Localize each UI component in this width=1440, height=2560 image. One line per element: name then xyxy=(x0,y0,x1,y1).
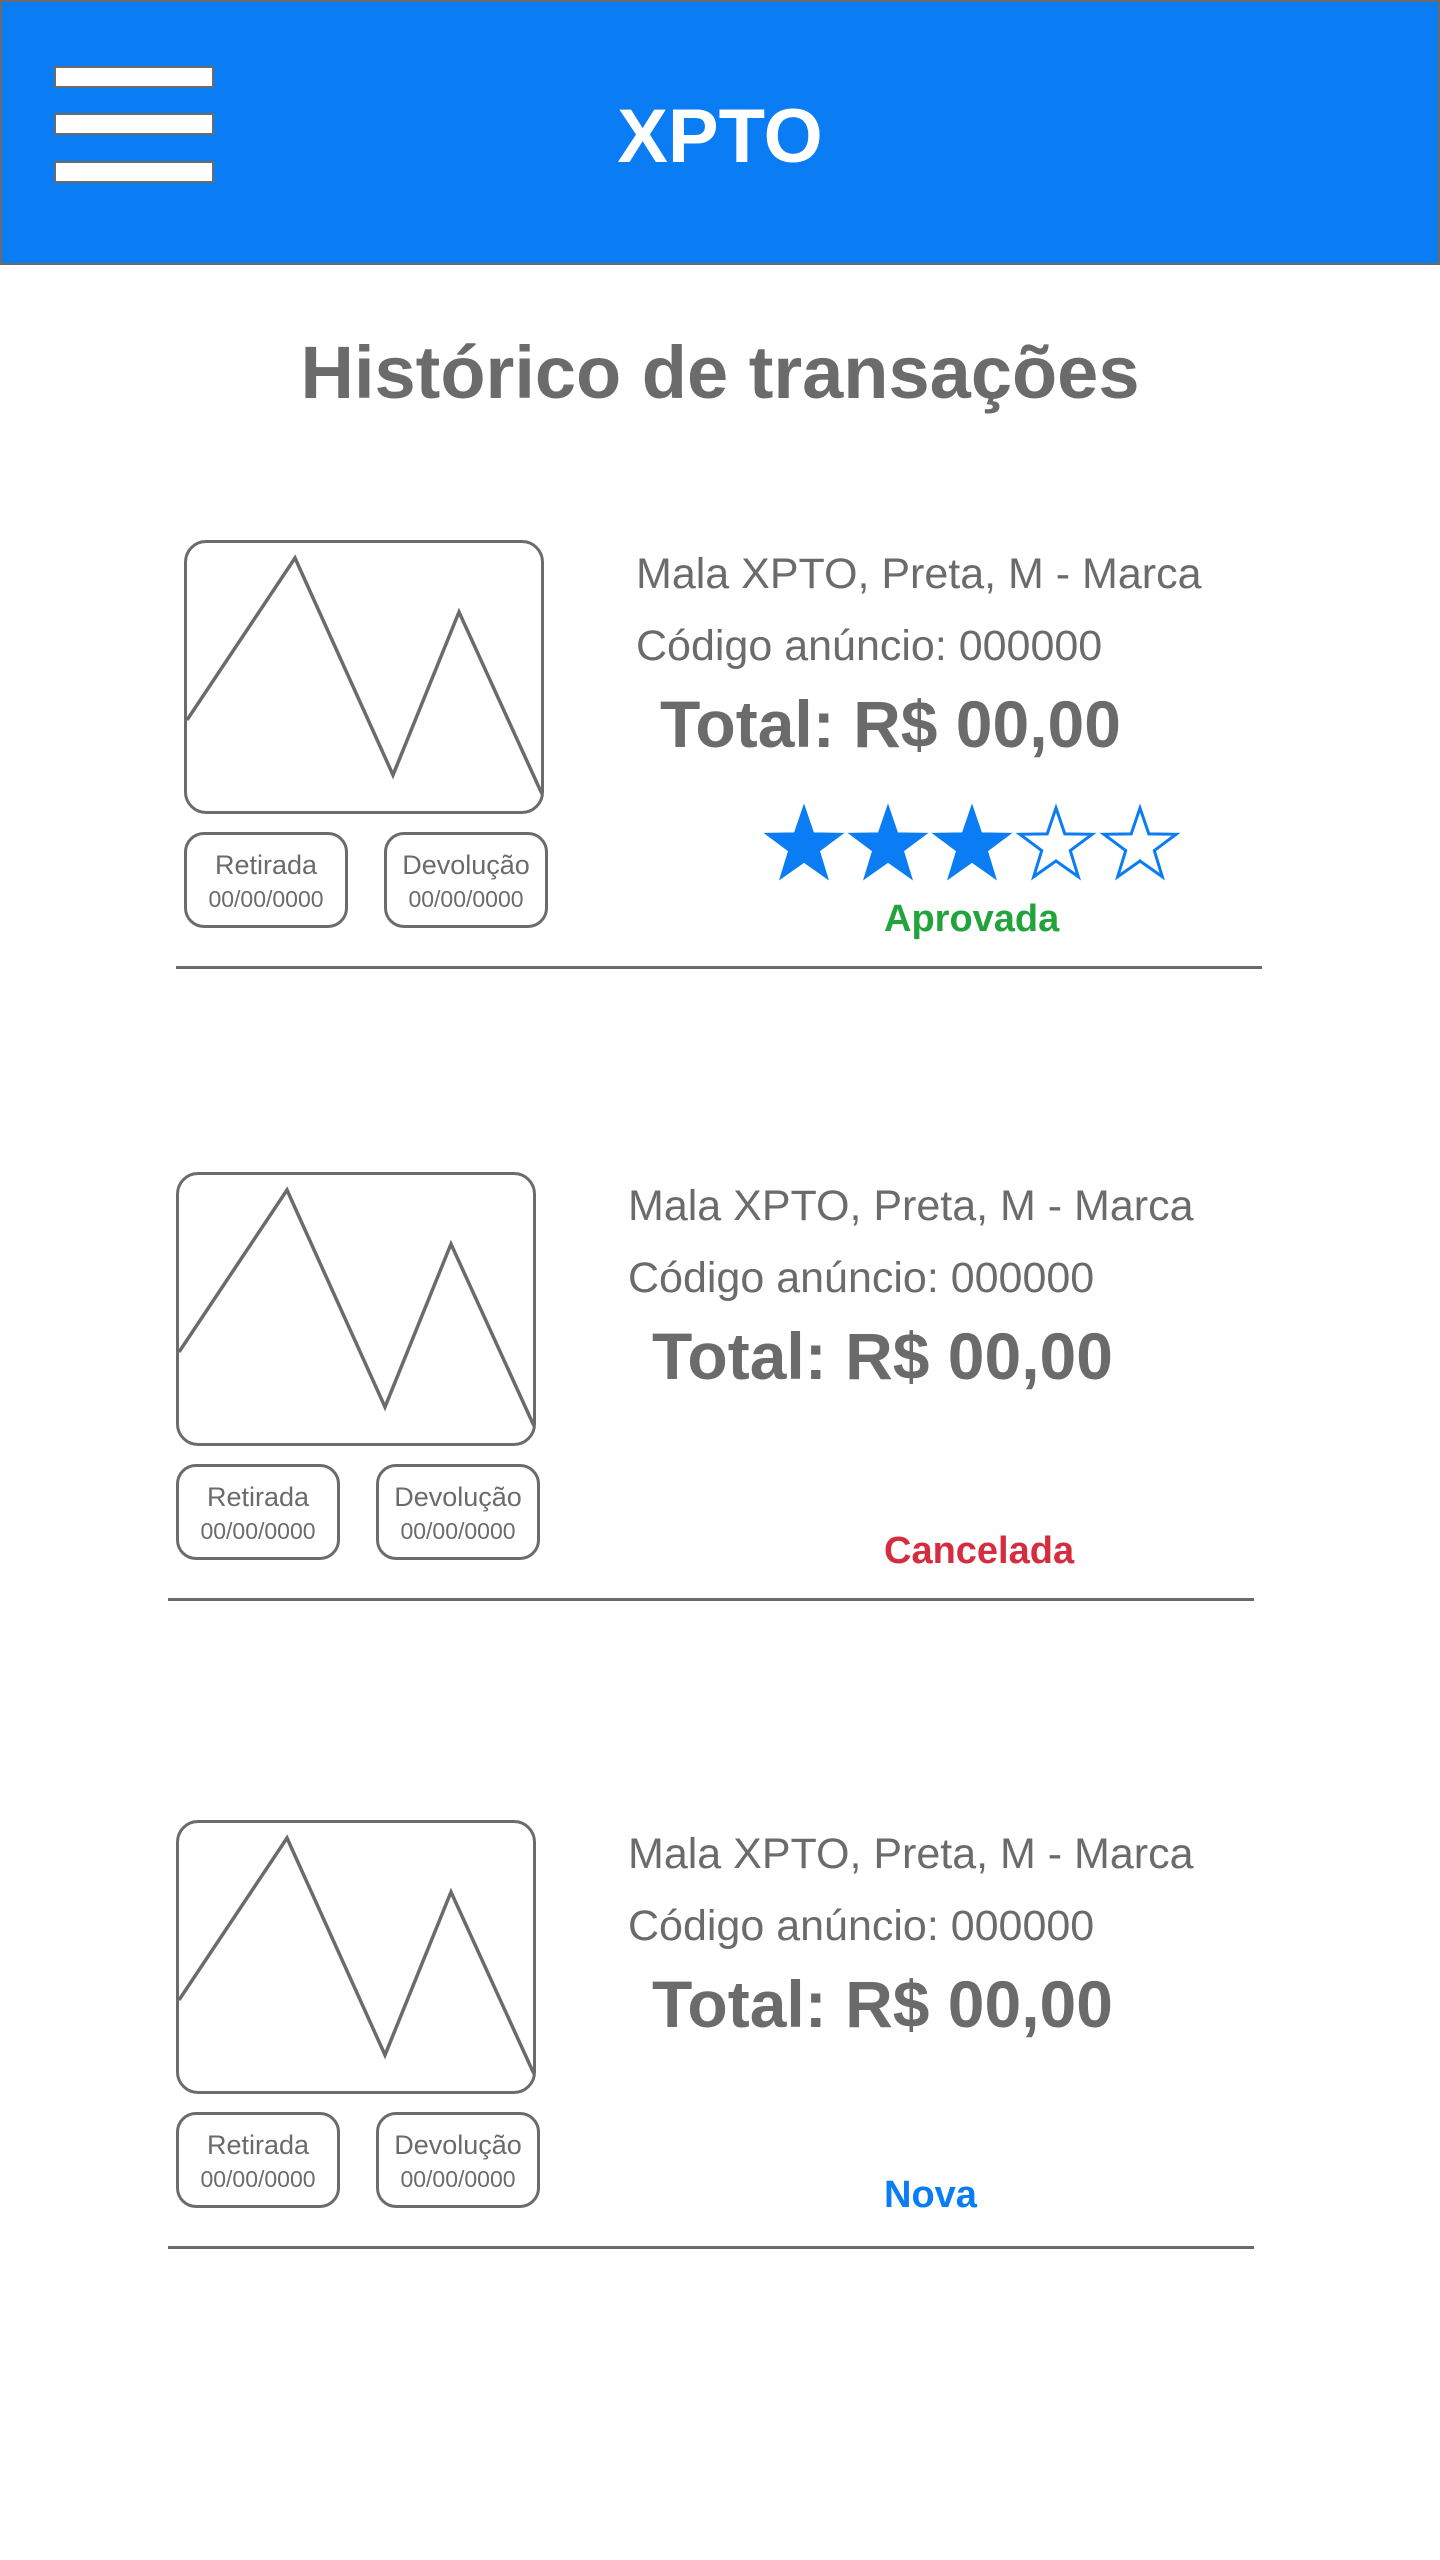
item-name: Mala XPTO, Preta, M - Marca xyxy=(636,550,1202,598)
status-badge: Nova xyxy=(884,2174,977,2216)
pickup-label: Retirada xyxy=(214,850,318,880)
app-title: XPTO xyxy=(617,94,823,179)
pickup-label: Retirada xyxy=(206,2130,310,2160)
divider xyxy=(168,1598,1254,1601)
divider xyxy=(176,966,1262,969)
ad-code: Código anúncio: 000000 xyxy=(636,622,1103,670)
pickup-date: 00/00/0000 xyxy=(208,886,324,912)
image-placeholder-icon xyxy=(176,1172,536,1446)
menu-bar-line xyxy=(54,66,214,88)
star-rating[interactable] xyxy=(762,802,1182,884)
pickup-date-box[interactable]: Retirada 00/00/0000 xyxy=(176,2112,340,2208)
star-filled-icon[interactable] xyxy=(846,802,930,884)
total-amount: Total: R$ 00,00 xyxy=(652,1319,1113,1393)
ad-code: Código anúncio: 000000 xyxy=(628,1902,1095,1950)
image-placeholder-icon xyxy=(184,540,544,814)
transaction-card[interactable]: Retirada 00/00/0000 Devolução 00/00/0000… xyxy=(160,1820,1300,2280)
item-name: Mala XPTO, Preta, M - Marca xyxy=(628,1182,1194,1230)
return-date: 00/00/0000 xyxy=(408,886,524,912)
total-amount: Total: R$ 00,00 xyxy=(652,1967,1113,2041)
return-date: 00/00/0000 xyxy=(400,1518,516,1544)
pickup-label: Retirada xyxy=(206,1482,310,1512)
star-filled-icon[interactable] xyxy=(930,802,1014,884)
status-badge: Aprovada xyxy=(884,898,1060,940)
total-amount: Total: R$ 00,00 xyxy=(660,687,1121,761)
return-date: 00/00/0000 xyxy=(400,2166,516,2192)
return-date-box[interactable]: Devolução 00/00/0000 xyxy=(376,2112,540,2208)
app-header: XPTO xyxy=(0,0,1440,265)
pickup-date-box[interactable]: Retirada 00/00/0000 xyxy=(184,832,348,928)
status-badge: Cancelada xyxy=(884,1530,1075,1572)
divider xyxy=(168,2246,1254,2249)
pickup-date-box[interactable]: Retirada 00/00/0000 xyxy=(176,1464,340,1560)
return-label: Devolução xyxy=(394,1482,522,1512)
pickup-date: 00/00/0000 xyxy=(200,1518,316,1544)
transaction-card[interactable]: Retirada 00/00/0000 Devolução 00/00/0000… xyxy=(160,1172,1300,1632)
star-outline-icon[interactable] xyxy=(1014,802,1098,884)
ad-code: Código anúncio: 000000 xyxy=(628,1254,1095,1302)
pickup-date: 00/00/0000 xyxy=(200,2166,316,2192)
transaction-card[interactable]: Retirada 00/00/0000 Devolução 00/00/0000… xyxy=(168,540,1308,1000)
return-label: Devolução xyxy=(394,2130,522,2160)
star-filled-icon[interactable] xyxy=(762,802,846,884)
page-title: Histórico de transações xyxy=(300,331,1140,414)
star-outline-icon[interactable] xyxy=(1098,802,1182,884)
return-label: Devolução xyxy=(402,850,530,880)
item-name: Mala XPTO, Preta, M - Marca xyxy=(628,1830,1194,1878)
return-date-box[interactable]: Devolução 00/00/0000 xyxy=(376,1464,540,1560)
return-date-box[interactable]: Devolução 00/00/0000 xyxy=(384,832,548,928)
image-placeholder-icon xyxy=(176,1820,536,2094)
